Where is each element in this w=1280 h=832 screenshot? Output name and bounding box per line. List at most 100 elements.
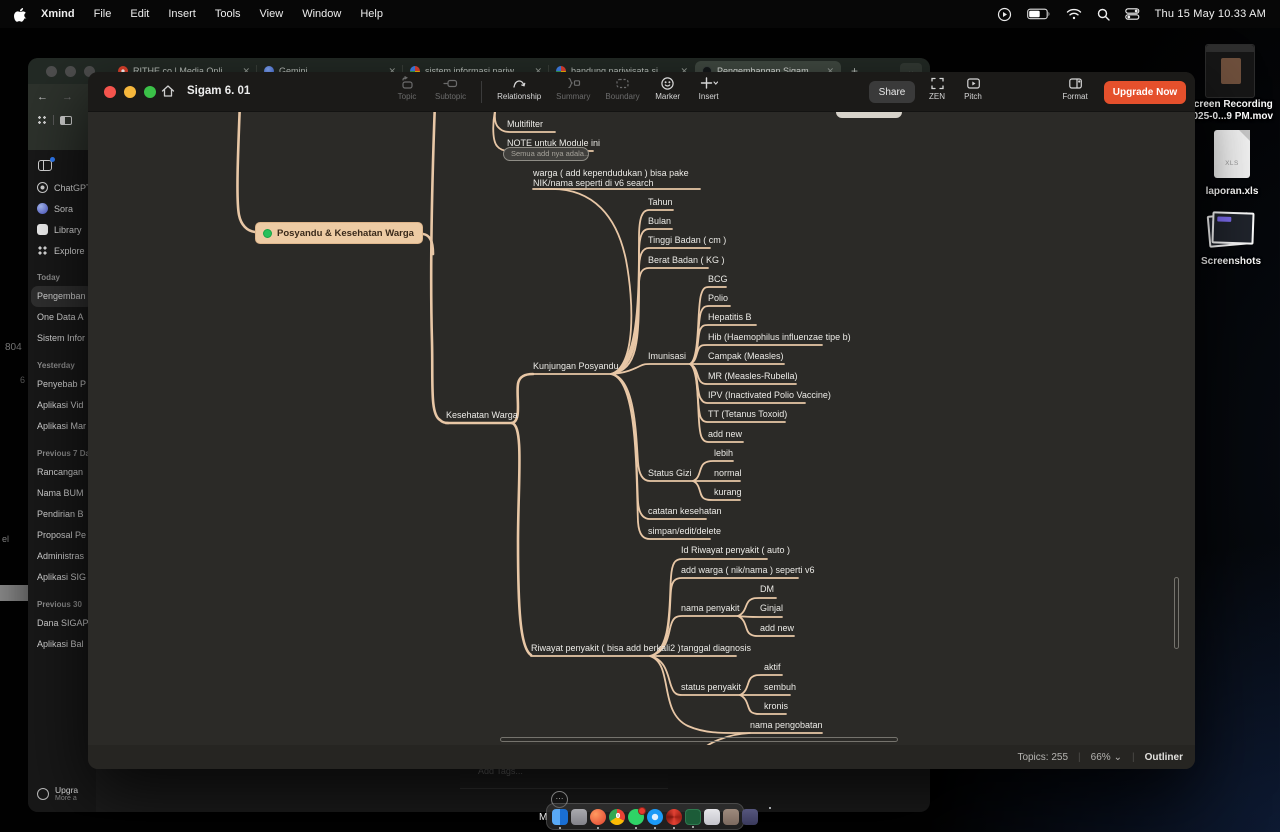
battery-icon[interactable] [1027,8,1051,20]
mindmap-main-topic[interactable]: Posyandu & Kesehatan Warga [255,222,423,244]
marker-button[interactable]: Marker [655,76,681,101]
mindmap-topic[interactable]: Hib (Haemophilus influenzae tipe b) [708,332,851,342]
menu-item-edit[interactable]: Edit [130,8,149,20]
mindmap-topic[interactable]: Campak (Measles) [708,351,784,361]
pitch-button[interactable]: Pitch [960,76,986,101]
control-center-icon[interactable] [1125,8,1140,20]
dock-icon-excel[interactable] [685,809,701,825]
upgrade-now-button[interactable]: Upgrade Now [1104,81,1186,104]
xls-file-icon[interactable]: XLS [1214,130,1250,178]
menu-item-insert[interactable]: Insert [168,8,196,20]
sidebar-chat-item[interactable]: Sistem Infor [28,328,96,349]
mindmap-topic[interactable]: add warga ( nik/nama ) seperti v6 [681,565,815,575]
sidebar-chat-item[interactable]: Dana SIGAP [28,613,96,634]
menu-item-window[interactable]: Window [302,8,341,20]
mindmap-topic[interactable]: kronis [764,701,788,711]
sidebar-chat-item[interactable]: Penyebab P [28,374,96,395]
dock-icon-finder[interactable] [552,809,568,825]
dock-icon-chrome[interactable] [609,809,625,825]
format-button[interactable]: Format [1062,76,1088,101]
window-controls[interactable] [104,86,156,98]
horizontal-scrollbar[interactable] [500,737,898,742]
menu-item-view[interactable]: View [260,8,284,20]
mindmap-topic[interactable]: DM [760,584,774,594]
sidebar-chat-item[interactable]: Proposal Pe [28,525,96,546]
menu-item-help[interactable]: Help [360,8,383,20]
mindmap-topic[interactable]: warga ( add kependudukan ) bisa pake NIK… [533,168,689,188]
dock-icon-arc[interactable] [590,809,606,825]
mindmap-topic[interactable]: catatan kesehatan [648,506,722,516]
apps-grid-icon[interactable] [37,115,47,125]
sidebar-chat-item[interactable]: Pengemban [31,286,93,307]
insert-button[interactable]: Insert [696,76,722,101]
dock-icon-printer[interactable] [723,809,739,825]
sidebar-item-chatgpt[interactable]: ChatGPT [28,177,96,198]
share-button[interactable]: Share [869,81,915,103]
summary-button[interactable]: Summary [556,76,590,101]
mindmap-topic[interactable]: Tinggi Badan ( cm ) [648,235,726,245]
mindmap-topic[interactable]: Tahun [648,197,673,207]
mindmap-topic[interactable]: Status Gizi [648,468,692,478]
zoom-control[interactable]: 66% ⌄ [1091,752,1122,763]
menu-item-xmind[interactable]: Xmind [41,8,75,20]
back-icon[interactable]: ← [37,91,48,103]
mindmap-topic[interactable]: aktif [764,662,781,672]
mindmap-topic[interactable]: Berat Badan ( KG ) [648,255,725,265]
dock-icon-pinwheel[interactable] [666,809,682,825]
mindmap-topic[interactable]: sembuh [764,682,796,692]
mindmap-topic[interactable]: normal [714,468,742,478]
apple-menu-icon[interactable] [14,7,27,22]
sidebar-chat-item[interactable]: Aplikasi SIG [28,567,96,588]
bookmarks-panel-icon[interactable] [60,116,72,125]
dock-icon-notes[interactable] [742,809,758,825]
mindmap-topic[interactable]: MR (Measles-Rubella) [708,371,798,381]
mindmap-topic[interactable]: Polio [708,293,728,303]
mindmap-topic[interactable]: Ginjal [760,603,783,613]
sidebar-chat-item[interactable]: Rancangan [28,462,96,483]
mindmap-topic[interactable]: Kesehatan Warga [446,410,518,420]
mindmap-topic[interactable]: lebih [714,448,733,458]
mindmap-topic[interactable]: TT (Tetanus Toxoid) [708,409,787,419]
home-icon[interactable] [160,83,176,99]
dock-icon-whatsapp[interactable] [628,809,644,825]
mindmap-topic[interactable]: nama pengobatan [750,720,823,730]
sidebar-item-library[interactable]: Library [28,219,96,240]
relationship-button[interactable]: Relationship [497,76,541,101]
outliner-button[interactable]: Outliner [1145,752,1183,763]
mindmap-canvas[interactable]: MultifilterNOTE untuk Module iniwarga ( … [88,112,1195,745]
sidebar-chat-item[interactable]: Aplikasi Mar [28,416,96,437]
mindmap-topic[interactable]: Bulan [648,216,671,226]
sidebar-item-sora[interactable]: Sora [28,198,96,219]
subtopic-button[interactable]: Subtopic [435,76,466,101]
menu-bar-clock[interactable]: Thu 15 May 10.33 AM [1155,8,1266,20]
mindmap-topic[interactable]: Multifilter [507,119,543,129]
sidebar-chat-item[interactable]: Aplikasi Bal [28,634,96,655]
dock-icon-files[interactable] [704,809,720,825]
mindmap-topic[interactable]: IPV (Inactivated Polio Vaccine) [708,390,831,400]
mindmap-topic[interactable]: Kunjungan Posyandu [533,361,619,371]
mindmap-topic[interactable]: Id Riwayat penyakit ( auto ) [681,545,790,555]
mindmap-note-pill[interactable]: Semua add nya adala... [503,147,589,161]
now-playing-icon[interactable] [997,7,1012,22]
sidebar-chat-item[interactable]: One Data A [28,307,96,328]
mindmap-topic[interactable]: nama penyakit [681,603,740,613]
mindmap-topic[interactable]: simpan/edit/delete [648,526,721,536]
forward-icon[interactable]: → [62,91,73,103]
boundary-button[interactable]: Boundary [605,76,639,101]
mindmap-topic[interactable]: Riwayat penyakit ( bisa add berkali2 ) [531,643,681,653]
mindmap-topic[interactable]: add new [708,429,742,439]
sidebar-item-explore[interactable]: Explore [28,240,96,261]
screen-recording-file-icon[interactable] [1205,44,1255,98]
mindmap-topic[interactable]: add new [760,623,794,633]
wifi-icon[interactable] [1066,8,1082,20]
menu-item-tools[interactable]: Tools [215,8,241,20]
sidebar-toggle-icon[interactable] [38,160,52,171]
sidebar-chat-item[interactable]: Administras [28,546,96,567]
mindmap-topic[interactable]: tanggal diagnosis [681,643,751,653]
mindmap-topic[interactable]: status penyakit [681,682,741,692]
dock-icon-launchpad[interactable] [571,809,587,825]
mindmap-topic[interactable]: kurang [714,487,742,497]
sidebar-chat-item[interactable]: Nama BUM [28,483,96,504]
search-icon[interactable] [1097,8,1110,21]
sidebar-upgrade[interactable]: Upgra More a [28,785,96,802]
